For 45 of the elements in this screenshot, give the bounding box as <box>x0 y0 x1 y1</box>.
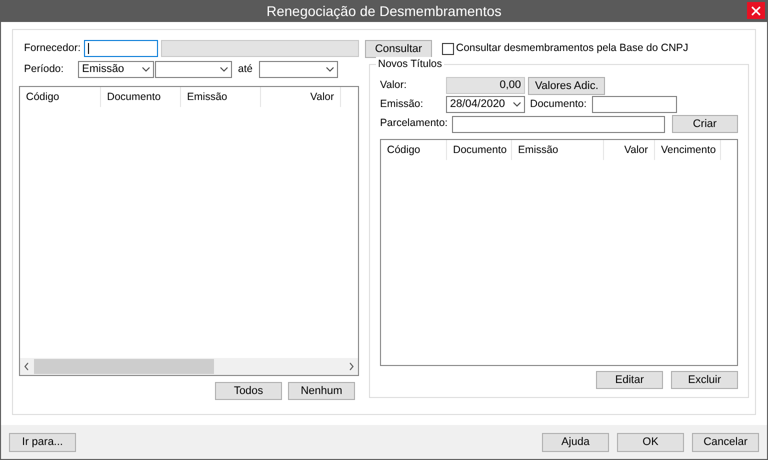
action-button[interactable]: Excluir <box>671 371 738 389</box>
field-label: Período: <box>23 62 65 77</box>
supplier-code-field[interactable] <box>84 40 158 57</box>
field-label: Parcelamento: <box>380 116 448 132</box>
extra-values-button[interactable]: Valores Adic. <box>528 76 606 94</box>
dialog-button[interactable]: OK <box>617 432 684 452</box>
field-label: Emissão: <box>380 96 424 112</box>
dialog-button[interactable]: Ajuda <box>542 432 609 452</box>
column-header[interactable]: Vencimento <box>655 140 721 160</box>
column-header[interactable]: Valor <box>604 140 655 160</box>
select-button[interactable]: Todos <box>215 382 282 400</box>
close-button[interactable] <box>747 2 765 19</box>
chevron-down-icon <box>513 102 521 107</box>
date-from-dropdown[interactable] <box>155 61 232 78</box>
field-label: Documento: <box>530 96 587 112</box>
action-button[interactable]: Editar <box>596 371 663 389</box>
chevron-down-icon <box>326 67 334 72</box>
column-header[interactable]: Emissão <box>512 140 604 160</box>
period-type-dropdown[interactable]: Emissão <box>78 61 154 78</box>
value-field: 0,00 <box>446 77 525 94</box>
go-to-button[interactable]: Ir para... <box>9 432 76 452</box>
checkbox[interactable] <box>442 43 454 55</box>
window-title: Renegociação de Desmembramentos <box>266 2 502 21</box>
installments-field[interactable] <box>452 116 665 132</box>
create-button[interactable]: Criar <box>672 115 738 133</box>
column-header[interactable]: Documento <box>101 87 181 107</box>
consult-button[interactable]: Consultar <box>365 40 432 58</box>
date-to-dropdown[interactable] <box>258 61 338 78</box>
column-header[interactable]: Valor <box>261 87 341 107</box>
dialog-button[interactable]: Cancelar <box>692 432 759 452</box>
field-label: Fornecedor: <box>23 40 81 56</box>
horizontal-scrollbar[interactable] <box>20 358 358 375</box>
field-label: Valor: <box>380 78 408 93</box>
chevron-down-icon <box>142 67 150 72</box>
issue-date-dropdown[interactable]: 28/04/2020 <box>446 96 525 113</box>
column-header[interactable]: Código <box>381 140 447 160</box>
field-label: até <box>238 62 253 77</box>
select-button[interactable]: Nenhum <box>288 382 355 400</box>
column-header[interactable]: Código <box>20 87 101 107</box>
close-icon <box>751 6 761 16</box>
chevron-down-icon <box>220 67 228 72</box>
column-header[interactable]: Documento <box>447 140 512 160</box>
checkbox-label[interactable]: Consultar desmembramentos pela Base do CNPJ <box>456 41 688 57</box>
document-field[interactable] <box>592 96 677 113</box>
column-header[interactable]: Emissão <box>181 87 261 107</box>
